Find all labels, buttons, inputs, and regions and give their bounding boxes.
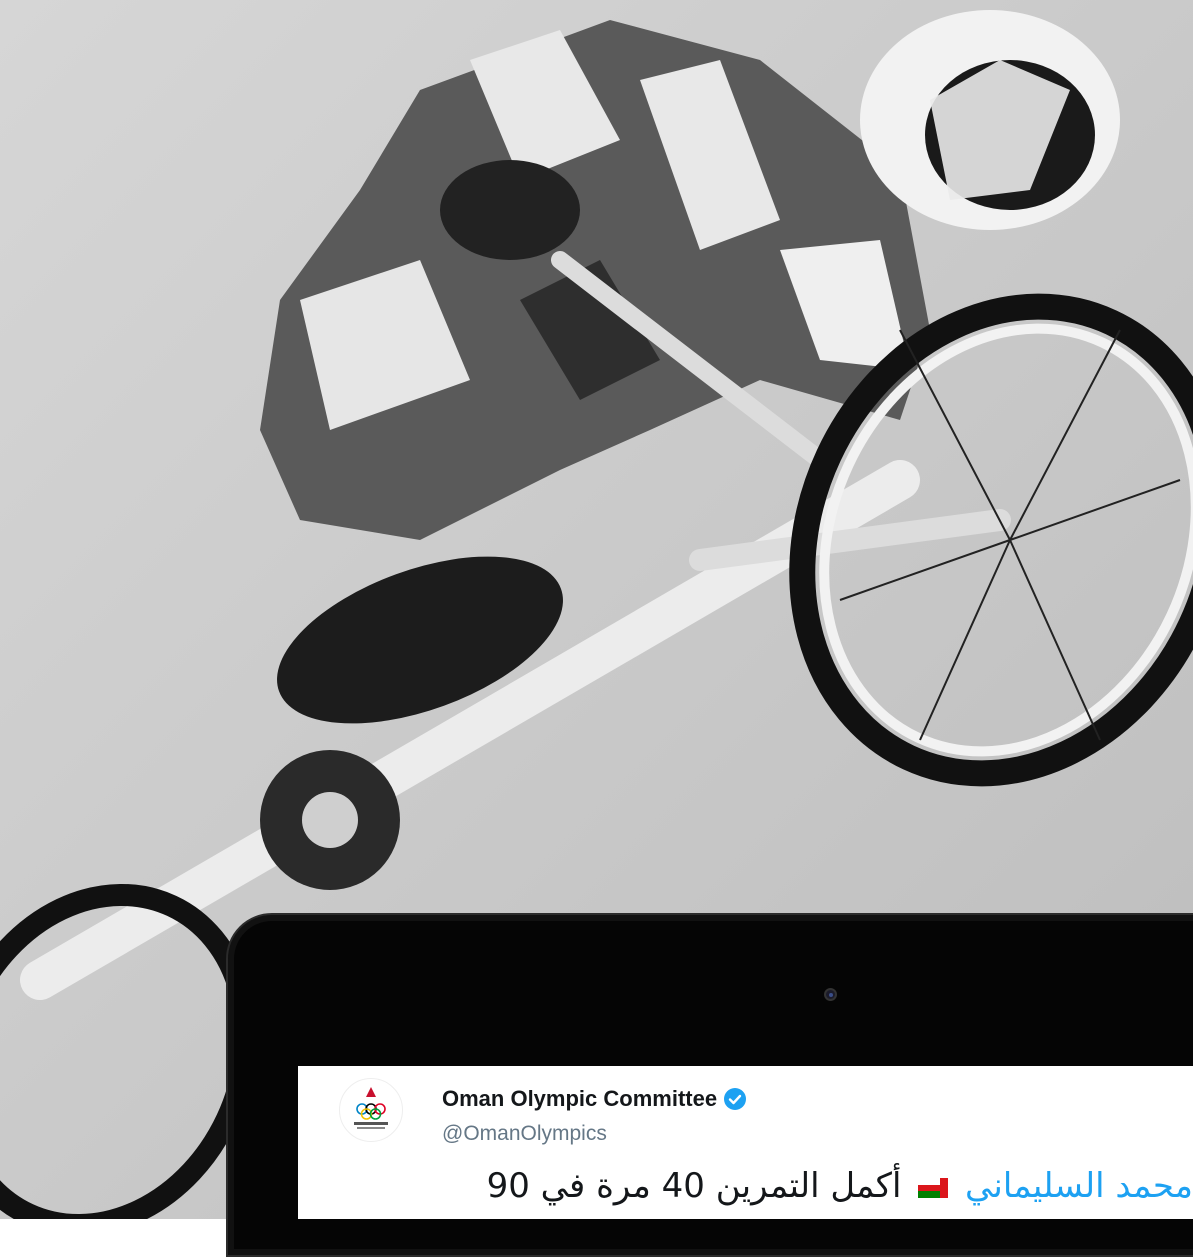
tweet-body: أكمل التمرين 40 مرة في 90 xyxy=(486,1166,902,1206)
mention-link[interactable]: محمد السليماني xyxy=(965,1166,1193,1206)
tweet-card[interactable]: Oman Olympic Committee @OmanOlympics محم… xyxy=(298,1066,1193,1219)
user-handle[interactable]: @OmanOlympics xyxy=(442,1122,607,1146)
olympic-committee-logo-icon xyxy=(354,1087,388,1129)
avatar[interactable] xyxy=(339,1078,403,1142)
camera-icon xyxy=(824,988,837,1001)
verified-badge-icon xyxy=(724,1088,747,1110)
tweet-text: محمد السليماني أكمل التمرين 40 مرة في 90 xyxy=(487,1166,1193,1206)
display-name[interactable]: Oman Olympic Committee xyxy=(442,1086,717,1112)
oman-flag-icon xyxy=(918,1177,949,1198)
